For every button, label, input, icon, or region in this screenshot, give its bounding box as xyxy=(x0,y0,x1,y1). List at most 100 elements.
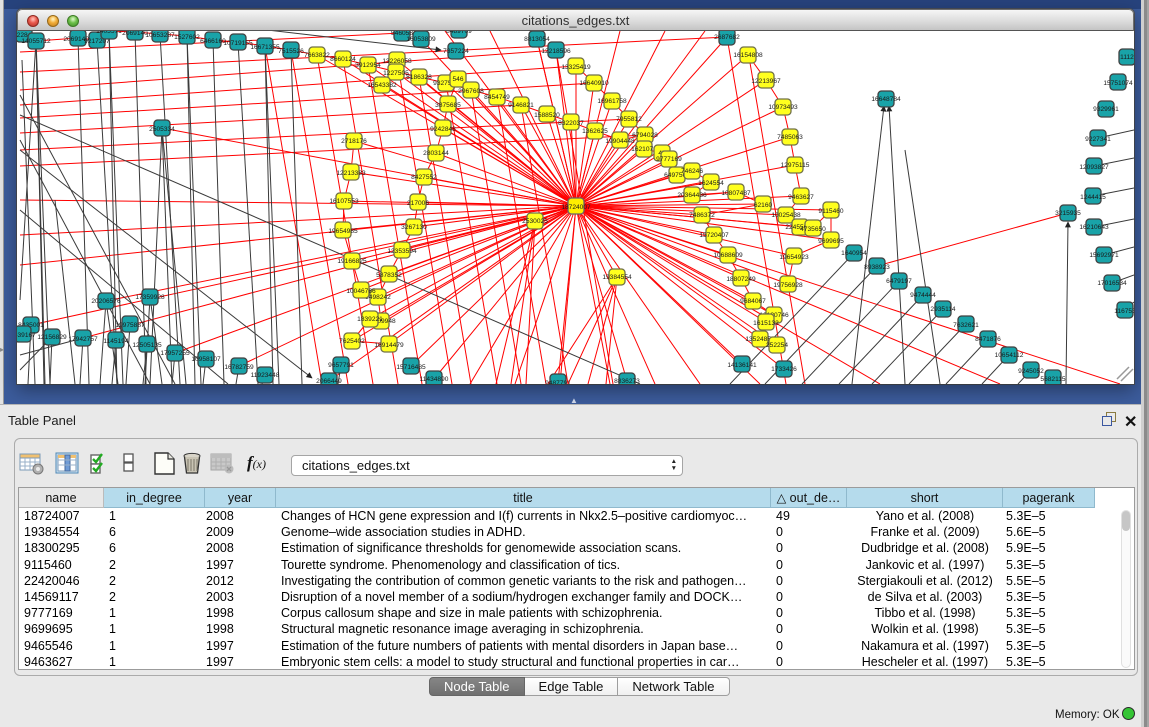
svg-text:10654112: 10654112 xyxy=(995,352,1024,359)
svg-text:6794028: 6794028 xyxy=(632,132,658,139)
svg-text:2967608: 2967608 xyxy=(458,88,484,95)
svg-text:20206576: 20206576 xyxy=(91,298,121,305)
svg-text:10719155: 10719155 xyxy=(223,40,253,47)
svg-text:1615132: 1615132 xyxy=(753,320,779,327)
svg-text:16782759: 16782759 xyxy=(224,364,254,371)
svg-text:16640910: 16640910 xyxy=(579,80,609,87)
svg-text:12353594: 12353594 xyxy=(387,248,417,255)
svg-text:14136141: 14136141 xyxy=(727,362,757,369)
svg-text:1112: 1112 xyxy=(1120,54,1134,61)
svg-text:5682115: 5682115 xyxy=(1040,376,1066,383)
svg-text:12213383: 12213383 xyxy=(336,170,366,177)
svg-text:15716485: 15716485 xyxy=(396,364,426,371)
svg-text:16961758: 16961758 xyxy=(597,98,627,105)
svg-text:7486372: 7486372 xyxy=(689,212,715,219)
svg-text:16648784: 16648784 xyxy=(871,96,901,103)
svg-text:6479197: 6479197 xyxy=(886,278,912,285)
svg-text:8471876: 8471876 xyxy=(975,336,1001,343)
svg-text:9684067: 9684067 xyxy=(740,298,766,305)
svg-text:1588520: 1588520 xyxy=(534,112,560,119)
svg-text:12505135: 12505135 xyxy=(132,342,162,349)
svg-text:8938923: 8938923 xyxy=(864,264,890,271)
svg-text:1362625: 1362625 xyxy=(582,128,608,135)
svg-text:2505334: 2505334 xyxy=(149,126,175,133)
svg-text:8489709: 8489709 xyxy=(446,31,472,35)
svg-text:8186328: 8186328 xyxy=(406,74,432,81)
svg-text:9699695: 9699695 xyxy=(818,238,844,245)
svg-text:9487791: 9487791 xyxy=(545,380,571,384)
svg-text:12093827: 12093827 xyxy=(1079,164,1109,171)
svg-text:5878352: 5878352 xyxy=(376,272,402,279)
svg-text:62160: 62160 xyxy=(754,202,773,209)
svg-text:9242848: 9242848 xyxy=(430,126,456,133)
svg-text:7485063: 7485063 xyxy=(777,134,803,141)
svg-text:9463627: 9463627 xyxy=(788,194,814,201)
svg-text:1621072: 1621072 xyxy=(631,146,657,153)
svg-text:3267130: 3267130 xyxy=(401,224,427,231)
svg-text:19384554: 19384554 xyxy=(602,274,632,281)
svg-text:10046766: 10046766 xyxy=(346,288,376,295)
svg-text:9777169: 9777169 xyxy=(656,156,682,163)
svg-text:3912954: 3912954 xyxy=(355,62,381,69)
svg-text:19975887: 19975887 xyxy=(115,322,145,329)
svg-text:16107553: 16107553 xyxy=(329,198,359,205)
svg-text:19166825: 19166825 xyxy=(337,258,367,265)
svg-text:7955812: 7955812 xyxy=(616,116,642,123)
svg-text:3875685: 3875685 xyxy=(435,102,461,109)
svg-text:10688609: 10688609 xyxy=(713,252,743,259)
svg-text:7632621: 7632621 xyxy=(953,322,979,329)
svg-text:14055712: 14055712 xyxy=(21,38,51,45)
svg-text:9474444: 9474444 xyxy=(910,292,936,299)
svg-text:19756928: 19756928 xyxy=(773,282,803,289)
svg-text:13325419: 13325419 xyxy=(561,64,591,71)
svg-text:17016534: 17016534 xyxy=(1097,280,1127,287)
svg-text:2069140: 2069140 xyxy=(122,31,148,37)
svg-text:1733426: 1733426 xyxy=(771,366,797,373)
svg-text:8322037: 8322037 xyxy=(558,120,584,127)
svg-text:20364436: 20364436 xyxy=(677,192,707,199)
svg-text:2935114: 2935114 xyxy=(930,306,956,313)
svg-text:10973493: 10973493 xyxy=(768,104,798,111)
svg-text:18807249: 18807249 xyxy=(726,276,756,283)
svg-text:15692971: 15692971 xyxy=(1089,252,1119,259)
svg-text:17942757: 17942757 xyxy=(68,336,98,343)
svg-text:10958107: 10958107 xyxy=(191,356,221,363)
svg-text:1640954: 1640954 xyxy=(841,250,867,257)
svg-text:11923448: 11923448 xyxy=(251,372,280,379)
svg-text:9329961: 9329961 xyxy=(1093,106,1119,113)
svg-text:10653287: 10653287 xyxy=(145,32,175,39)
svg-text:546: 546 xyxy=(452,76,463,83)
svg-text:19654923: 19654923 xyxy=(779,254,809,261)
svg-text:15720407: 15720407 xyxy=(699,232,729,239)
svg-text:9657791: 9657791 xyxy=(328,362,354,369)
svg-text:7625402: 7625402 xyxy=(339,338,365,345)
svg-text:8813054: 8813054 xyxy=(524,36,550,43)
svg-text:252254: 252254 xyxy=(766,342,788,349)
svg-text:16154808: 16154808 xyxy=(733,52,763,59)
svg-text:16671355: 16671355 xyxy=(250,44,280,51)
svg-text:8836273: 8836273 xyxy=(614,378,640,384)
svg-text:17957255: 17957255 xyxy=(160,350,190,357)
svg-text:1527602: 1527602 xyxy=(174,34,200,41)
svg-text:1405571: 1405571 xyxy=(96,31,122,35)
svg-text:10807487: 10807487 xyxy=(721,190,751,197)
svg-text:17359928: 17359928 xyxy=(135,294,165,301)
svg-text:12156829: 12156829 xyxy=(37,334,67,341)
svg-text:12213967: 12213967 xyxy=(751,78,781,85)
svg-text:16210643: 16210643 xyxy=(1079,224,1109,231)
svg-text:6466160: 6466160 xyxy=(200,38,226,45)
svg-text:746246: 746246 xyxy=(681,168,703,175)
svg-text:12218596: 12218596 xyxy=(541,48,571,55)
svg-text:1624554: 1624554 xyxy=(698,180,724,187)
svg-text:18724007: 18724007 xyxy=(561,204,591,211)
svg-text:2718176: 2718176 xyxy=(341,138,367,145)
svg-text:10025438: 10025438 xyxy=(771,212,801,219)
svg-text:217006: 217006 xyxy=(407,200,429,207)
svg-text:1145194: 1145194 xyxy=(103,338,129,345)
svg-text:8660124: 8660124 xyxy=(330,56,356,63)
svg-text:3215935: 3215935 xyxy=(1055,210,1081,217)
svg-text:9146821: 9146821 xyxy=(508,102,534,109)
svg-text:16053809: 16053809 xyxy=(406,36,436,43)
svg-text:2687682: 2687682 xyxy=(714,34,740,41)
svg-text:116753: 116753 xyxy=(1114,308,1134,315)
